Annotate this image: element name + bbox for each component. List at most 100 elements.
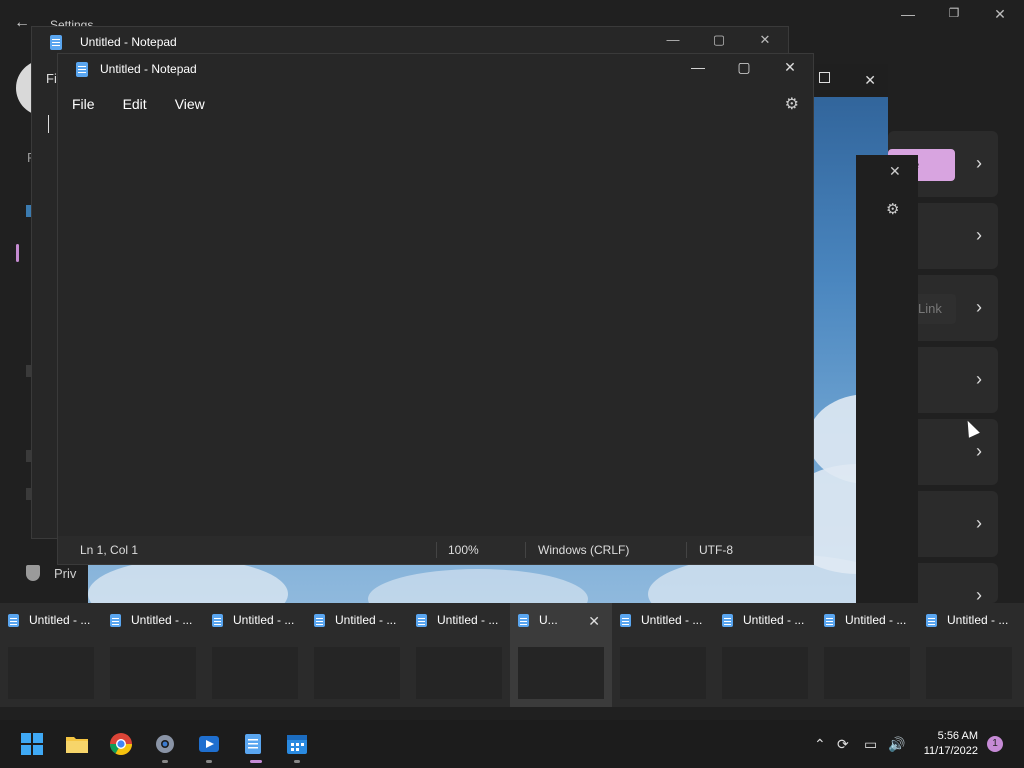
cloud-shape	[88, 559, 288, 603]
thumbnail-preview	[416, 647, 502, 699]
thumbnail-label: Untitled - ...	[641, 613, 703, 627]
thumbnail-title: Untitled - ...	[926, 613, 1008, 627]
file-explorer-icon[interactable]	[65, 732, 89, 756]
nav-selection-indicator	[16, 244, 19, 262]
maximize-icon[interactable]: ▢	[721, 59, 767, 76]
running-indicator	[294, 760, 300, 763]
chevron-right-icon: ›	[976, 153, 982, 173]
status-bar: Ln 1, Col 1 100% Windows (CRLF) UTF-8	[58, 536, 813, 564]
chrome-icon[interactable]	[109, 732, 133, 756]
sync-icon[interactable]: ⟳	[837, 736, 849, 753]
switcher-thumbnail[interactable]: Untitled - ...	[306, 603, 408, 707]
thumbnail-title: Untitled - ...	[620, 613, 702, 627]
sidebar-item-label: Priv	[54, 565, 77, 581]
back-arrow-icon[interactable]: ←	[14, 14, 30, 32]
tray-overflow-icon[interactable]: ⌃	[814, 736, 826, 753]
gear-icon[interactable]: ⚙	[886, 200, 899, 218]
mini-window: ✕ ⚙	[856, 155, 918, 603]
close-icon[interactable]: ✕	[588, 613, 600, 630]
sidebar-item-privacy[interactable]: Priv	[26, 565, 76, 581]
notepad-window[interactable]: Untitled - Notepad — ▢ ✕ File Edit View …	[57, 53, 814, 565]
notepad-icon	[76, 61, 88, 77]
text-caret	[48, 115, 49, 133]
notepad-taskbar-icon[interactable]	[241, 732, 265, 756]
maximize-icon[interactable]: ▢	[696, 32, 742, 48]
notification-badge[interactable]: 1	[987, 736, 1003, 752]
thumbnail-title: Untitled - ...	[8, 613, 90, 627]
clock-time: 5:56 AM	[937, 730, 978, 742]
notepad-icon	[518, 613, 529, 627]
thumbnail-title: Untitled - ...	[314, 613, 396, 627]
minimize-icon[interactable]: —	[650, 32, 696, 48]
chevron-right-icon: ›	[976, 369, 982, 389]
thumbnail-title: Untitled - ...	[722, 613, 804, 627]
close-icon[interactable]: ✕	[742, 32, 788, 48]
thumbnail-preview	[926, 647, 1012, 699]
start-windows-icon[interactable]	[20, 732, 44, 756]
running-indicator	[250, 760, 262, 763]
switcher-thumbnail[interactable]: Untitled - ...	[918, 603, 1020, 707]
switcher-thumbnail[interactable]: Untitled - ...	[612, 603, 714, 707]
thumbnail-title: Untitled - ...	[824, 613, 906, 627]
settings-close-icon[interactable]: ✕	[980, 6, 1020, 23]
text-editor-area[interactable]	[58, 124, 813, 536]
clock-date: 11/17/2022	[923, 745, 978, 757]
close-icon[interactable]: ✕	[864, 72, 876, 89]
switcher-thumbnail[interactable]: U... ✕	[510, 603, 612, 707]
thumbnail-label: Untitled - ...	[335, 613, 397, 627]
thumbnail-title: Untitled - ...	[110, 613, 192, 627]
switcher-thumbnail[interactable]: Untitled - ...	[408, 603, 510, 707]
notepad-icon	[8, 613, 19, 627]
media-player-icon[interactable]	[197, 732, 221, 756]
thumbnail-preview	[212, 647, 298, 699]
status-line-ending: Windows (CRLF)	[538, 543, 630, 557]
volume-icon[interactable]: 🔊	[888, 736, 905, 753]
switcher-thumbnail[interactable]: Untitled - ...	[204, 603, 306, 707]
notepad-icon	[722, 613, 733, 627]
thumbnail-preview	[620, 647, 706, 699]
thumbnail-label: Untitled - ...	[233, 613, 295, 627]
notepad-icon	[824, 613, 835, 627]
thumbnail-label: Untitled - ...	[437, 613, 499, 627]
thumbnail-label: U...	[539, 613, 558, 627]
chevron-right-icon: ›	[976, 297, 982, 317]
menu-view[interactable]: View	[175, 96, 205, 112]
maximize-icon[interactable]	[819, 72, 830, 83]
thumbnail-preview	[518, 647, 604, 699]
running-indicator	[206, 760, 212, 763]
switcher-thumbnail[interactable]: Untitled - ...	[714, 603, 816, 707]
settings-minimize-icon[interactable]: —	[888, 6, 928, 22]
notepad-icon	[926, 613, 937, 627]
calendar-icon[interactable]	[285, 732, 309, 756]
thumbnail-preview	[8, 647, 94, 699]
gear-icon[interactable]: ⚙	[785, 94, 799, 114]
task-switcher: Untitled - ... Untitled - ... Untitled - .…	[0, 603, 1024, 707]
shield-icon	[26, 565, 40, 581]
clock[interactable]: 5:56 AM 11/17/2022	[924, 729, 978, 759]
menu-file[interactable]: File	[72, 96, 95, 112]
thumbnail-label: Untitled - ...	[947, 613, 1009, 627]
thumbnail-preview	[314, 647, 400, 699]
cloud-shape	[368, 569, 588, 603]
close-icon[interactable]: ✕	[767, 59, 813, 76]
notepad-icon	[50, 34, 62, 50]
menu-edit[interactable]: Edit	[123, 96, 147, 112]
switcher-thumbnail[interactable]: Untitled - ...	[816, 603, 918, 707]
status-position: Ln 1, Col 1	[80, 543, 139, 557]
close-icon[interactable]: ✕	[889, 163, 901, 180]
window-title: Untitled - Notepad	[80, 35, 177, 49]
chevron-right-icon: ›	[976, 225, 982, 245]
thumbnail-label: Untitled - ...	[845, 613, 907, 627]
switcher-thumbnail[interactable]: Untitled - ...	[102, 603, 204, 707]
thumbnail-title: Untitled - ...	[416, 613, 498, 627]
notepad-icon	[620, 613, 631, 627]
minimize-icon[interactable]: —	[675, 59, 721, 76]
thumbnail-preview	[110, 647, 196, 699]
notepad-icon	[314, 613, 325, 627]
switcher-thumbnail[interactable]: Untitled - ...	[0, 603, 102, 707]
running-indicator	[162, 760, 168, 763]
settings-gear-icon[interactable]	[153, 732, 177, 756]
settings-restore-icon[interactable]: ❐	[934, 6, 974, 20]
network-icon[interactable]: ▭	[864, 736, 877, 753]
notepad-icon	[110, 613, 121, 627]
